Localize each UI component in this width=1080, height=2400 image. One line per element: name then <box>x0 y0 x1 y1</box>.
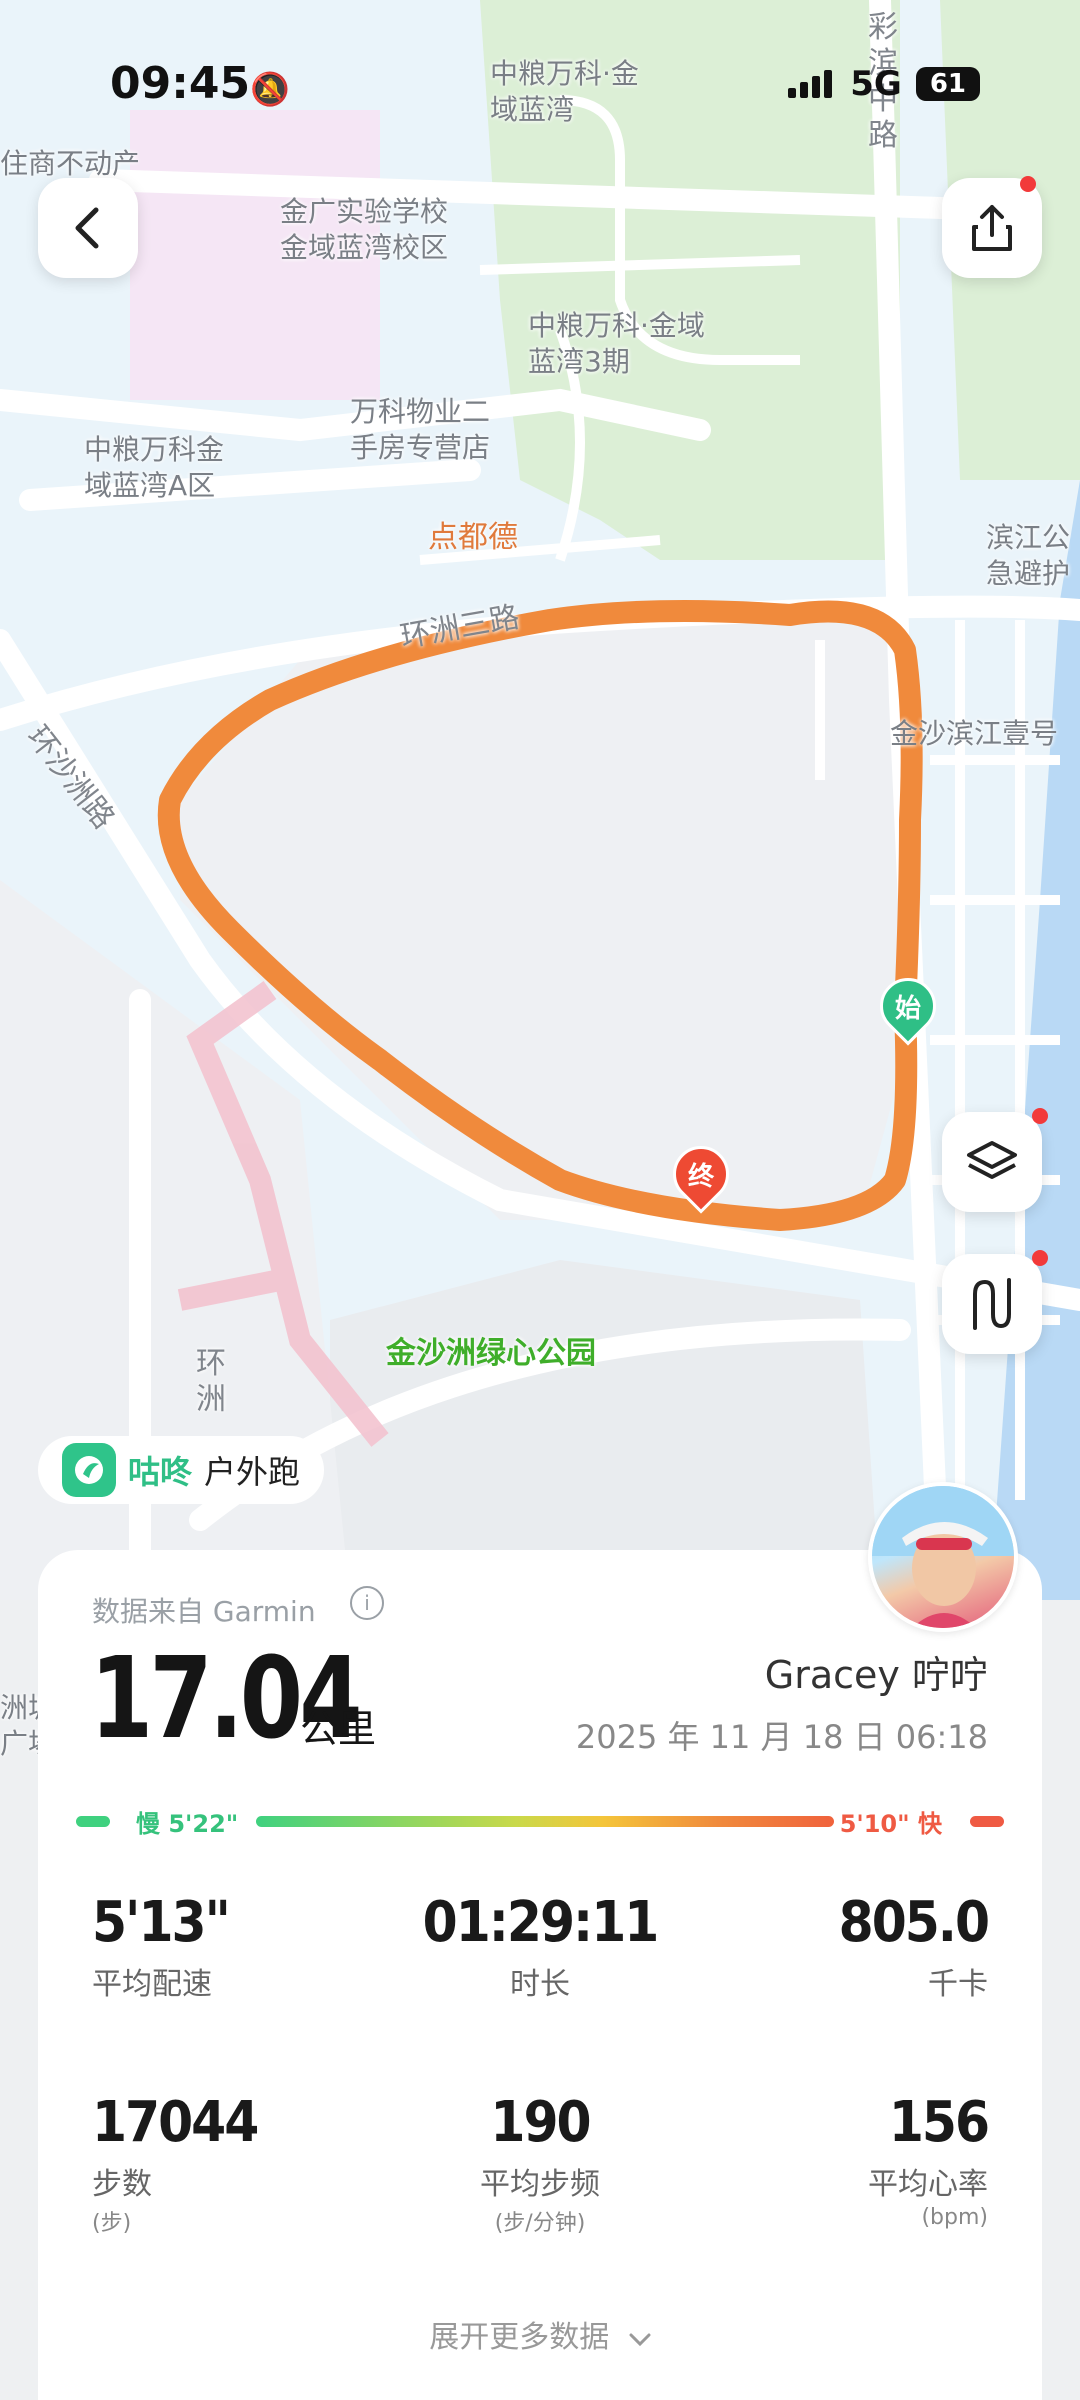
stat-value: 156 <box>888 2090 990 2155</box>
end-marker-label: 终 <box>687 1162 714 1192</box>
map-label: 中粮万科·金 域蓝湾 <box>490 57 639 126</box>
stat-unit: (bpm) <box>921 2205 988 2230</box>
route-replay-button[interactable] <box>942 1250 1048 1354</box>
stat-label: 步数 <box>92 2167 152 2202</box>
map-layers-button[interactable] <box>942 1108 1048 1212</box>
app-brand-chip: 咕咚 户外跑 <box>38 1436 325 1504</box>
pace-fast-label: 5'10" 快 <box>839 1810 942 1838</box>
data-source: 数据来自 Garmin <box>92 1595 316 1628</box>
stat-label: 平均心率 <box>868 2167 988 2202</box>
expand-more-label: 展开更多数据 <box>429 2320 610 2355</box>
stat-duration: 01:29:11 时长 <box>375 1890 705 2003</box>
road-label: 环 洲 <box>196 1346 226 1417</box>
notification-dot <box>1020 176 1036 192</box>
stat-value: 17044 <box>92 2090 259 2155</box>
chevron-down-icon <box>629 2320 651 2355</box>
pace-scale: 慢 5'22" 5'10" 快 <box>76 1804 1004 1838</box>
stat-value: 190 <box>490 2090 591 2155</box>
stat-heart-rate: 156 平均心率 (bpm) <box>658 2090 990 2230</box>
map-label: 滨江公 急避护 <box>986 521 1071 590</box>
route-map[interactable]: 中粮万科·金 域蓝湾 住商不动产 金广实验学校 金域蓝湾校区 中粮万科·金域 蓝… <box>0 0 1080 1760</box>
stat-label: 平均步频 <box>480 2167 600 2202</box>
notification-dot <box>1032 1250 1048 1266</box>
user-avatar[interactable] <box>868 1482 1018 1632</box>
username: Gracey 咛咛 <box>764 1653 988 1697</box>
info-icon[interactable]: i <box>350 1586 384 1620</box>
pace-cap-slow <box>76 1816 110 1827</box>
stat-steps: 17044 步数 (步) <box>92 2090 422 2237</box>
map-label: 住商不动产 <box>0 147 141 180</box>
share-icon <box>972 205 1012 251</box>
map-label: 万科物业二 手房专营店 <box>350 395 491 464</box>
stat-value: 5'13" <box>92 1890 231 1955</box>
mute-icon: 🔕 <box>250 70 290 108</box>
stat-value: 01:29:11 <box>422 1890 660 1955</box>
back-button[interactable] <box>38 178 138 278</box>
notification-dot <box>1032 1108 1048 1124</box>
activity-type: 户外跑 <box>204 1453 301 1491</box>
network-type: 5G <box>850 64 902 104</box>
stat-unit: (步/分钟) <box>494 2211 586 2236</box>
stat-value: 805.0 <box>838 1890 990 1955</box>
avatar-image <box>872 1486 1014 1628</box>
stat-unit: (步) <box>92 2211 132 2236</box>
map-label: 金广实验学校 金域蓝湾校区 <box>280 195 449 264</box>
pace-cap-fast <box>970 1816 1004 1827</box>
stat-cadence: 190 平均步频 (步/分钟) <box>375 2090 705 2237</box>
stat-avg-pace: 5'13" 平均配速 <box>92 1890 422 2003</box>
chevron-left-icon <box>75 207 99 249</box>
map-label: 中粮万科金 域蓝湾A区 <box>84 433 225 502</box>
status-indicators: 5G 61 <box>788 64 980 104</box>
pace-slow-label: 慢 5'22" <box>136 1810 239 1838</box>
pace-gradient-bar <box>256 1816 834 1827</box>
stat-label: 时长 <box>510 1967 570 2002</box>
brand-name: 咕咚 <box>128 1453 193 1491</box>
activity-datetime: 2025 年 11 月 18 日 06:18 <box>575 1718 988 1756</box>
map-label: 金沙滨江壹号 <box>890 717 1059 750</box>
status-time: 09:45 <box>110 58 251 109</box>
share-button[interactable] <box>942 176 1042 278</box>
activity-summary-card: 数据来自 Garmin i 17.04 公里 Gracey 咛咛 2025 年 … <box>38 1550 1042 2400</box>
layers-icon <box>967 1141 1017 1179</box>
poi-label-diandude: 点都德 <box>428 520 518 555</box>
stat-label: 平均配速 <box>92 1967 212 2002</box>
battery-level: 61 <box>915 67 980 101</box>
stat-label: 千卡 <box>928 1967 988 2002</box>
distance-unit: 公里 <box>300 1707 377 1751</box>
signal-icon <box>788 70 836 98</box>
map-label: 中粮万科·金域 蓝湾3期 <box>528 309 705 378</box>
codoon-logo-icon <box>62 1443 116 1497</box>
start-marker-label: 始 <box>894 994 921 1024</box>
stat-calories: 805.0 千卡 <box>658 1890 990 2003</box>
poi-label-park: 金沙洲绿心公园 <box>386 1336 596 1371</box>
route-icon <box>973 1278 1011 1330</box>
expand-more-button[interactable]: 展开更多数据 <box>38 2312 1042 2356</box>
